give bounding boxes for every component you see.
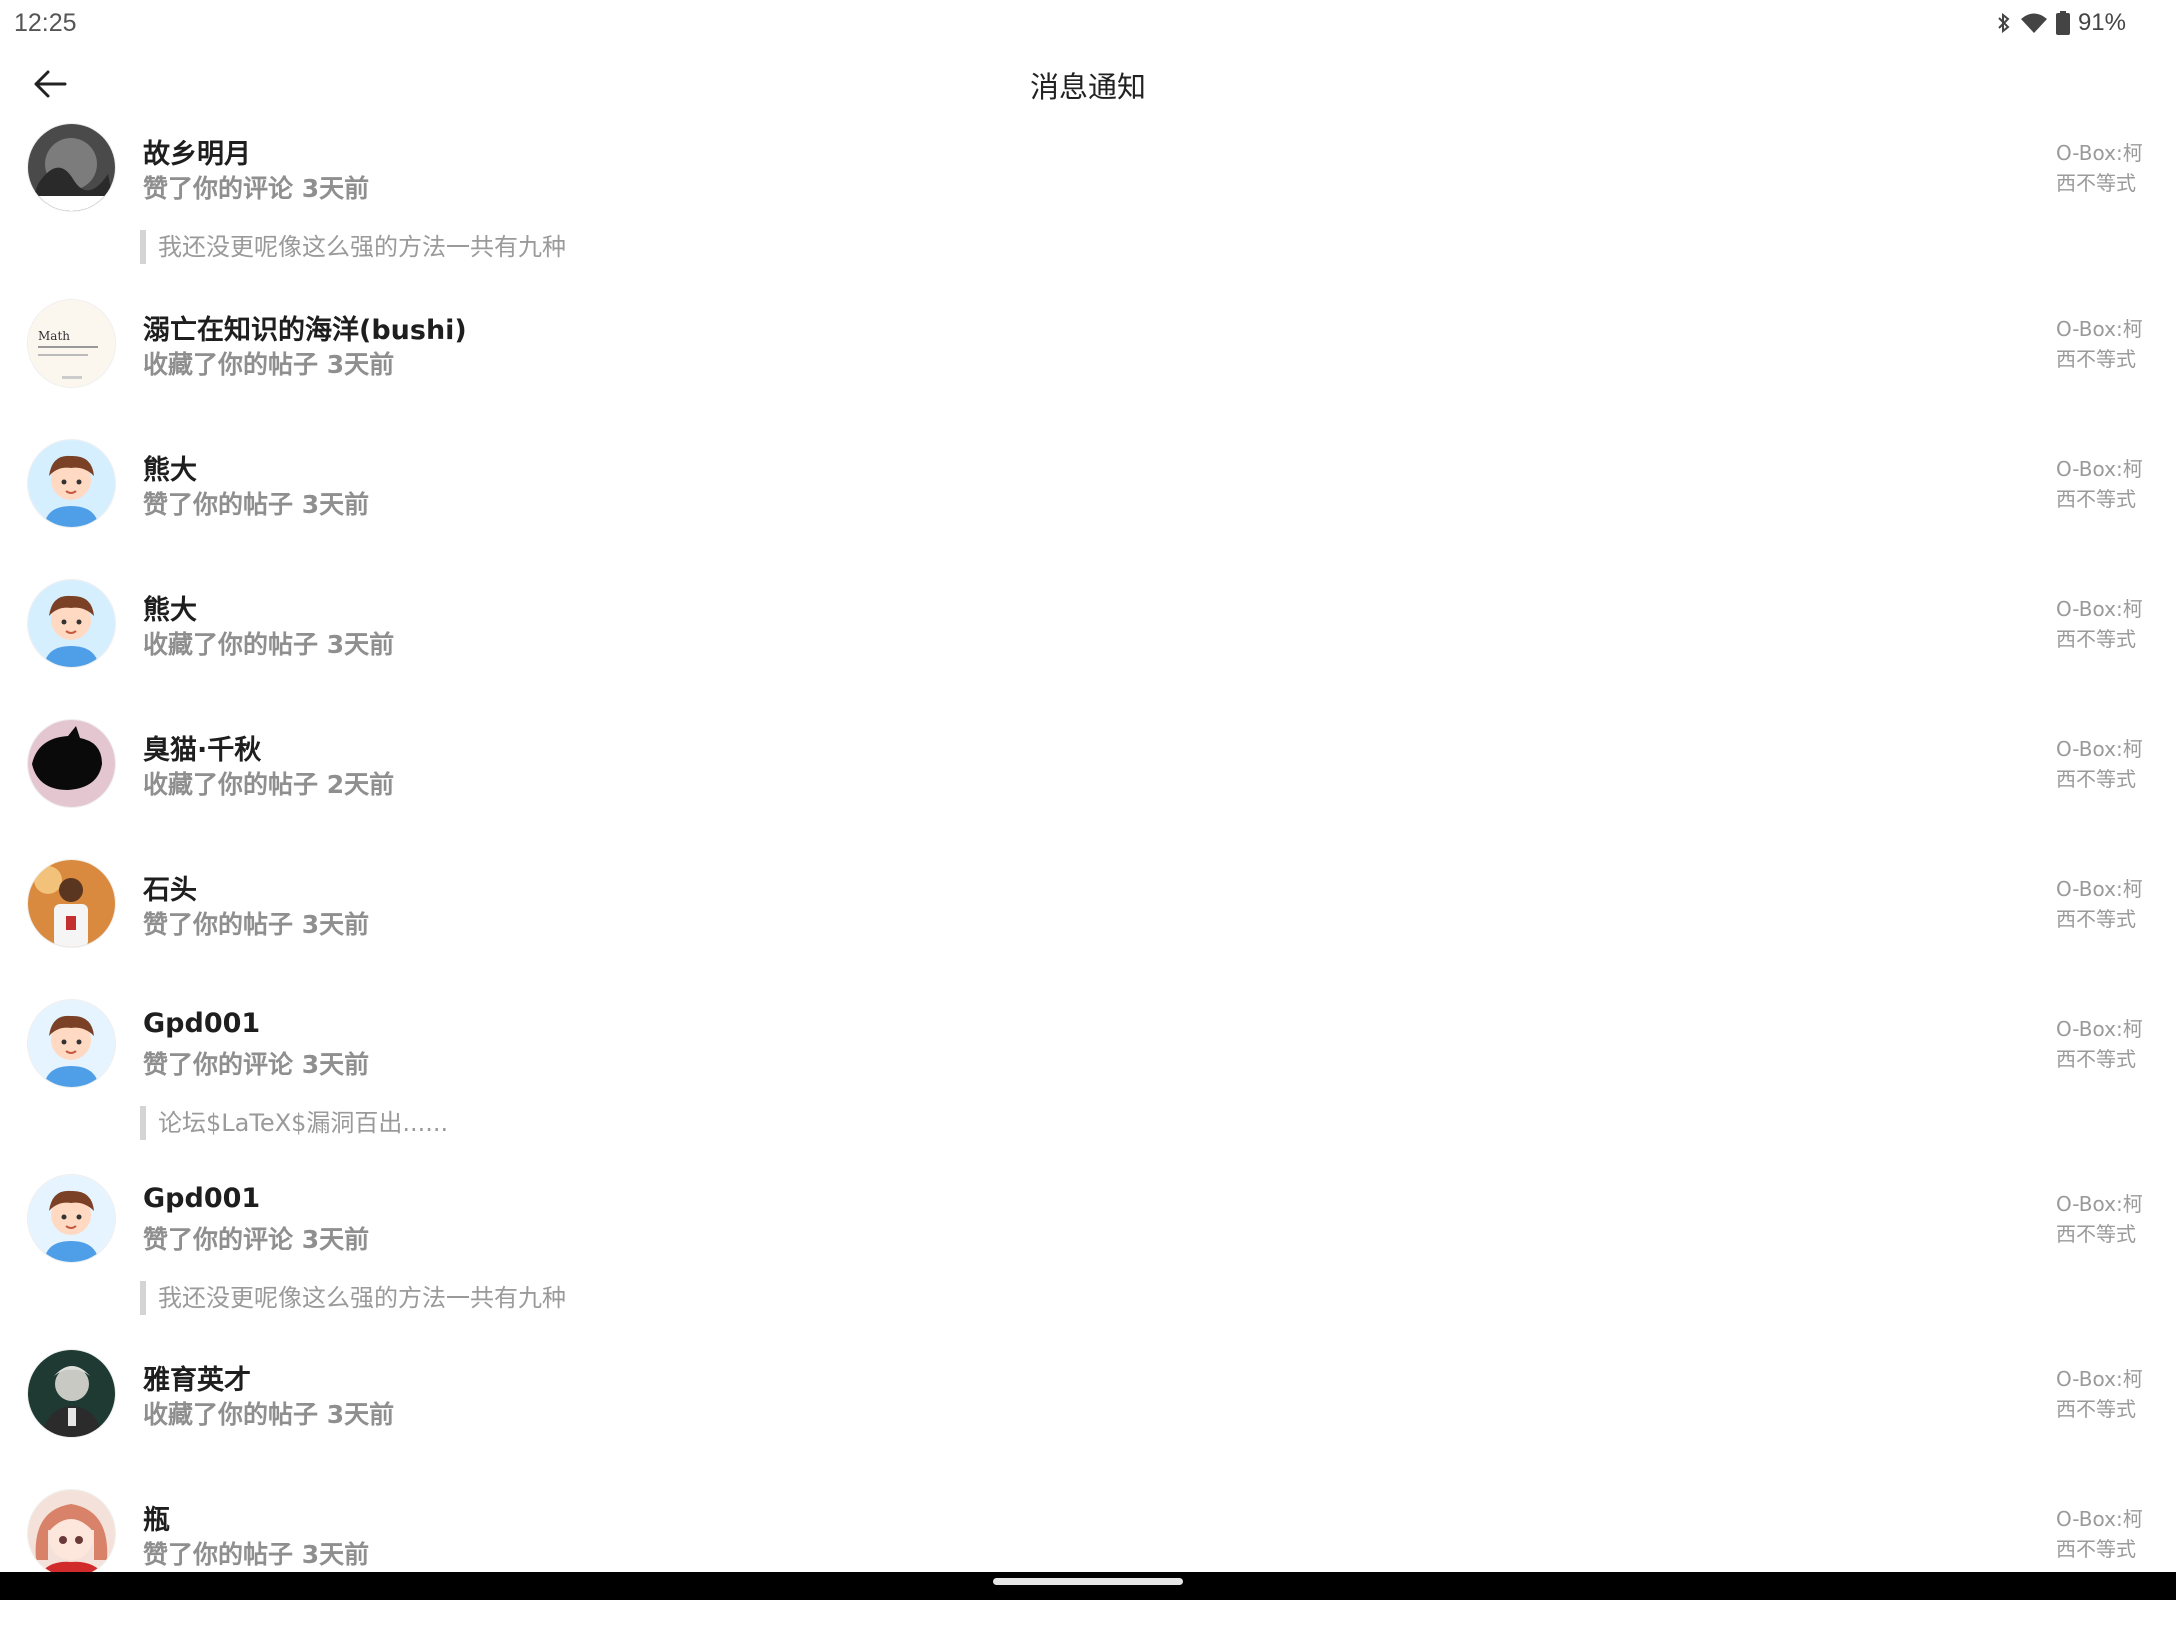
quoted-comment[interactable]: 论坛$LaTeX$漏洞百出...... bbox=[140, 1106, 448, 1140]
battery-icon bbox=[2055, 11, 2070, 35]
home-gesture-handle[interactable] bbox=[993, 1578, 1183, 1585]
notification-action: 赞了你的评论 3天前 bbox=[143, 174, 370, 203]
notification-action: 收藏了你的帖子 3天前 bbox=[143, 350, 395, 379]
quoted-comment[interactable]: 我还没更呢像这么强的方法一共有九种 bbox=[140, 1281, 566, 1315]
bluetooth-icon bbox=[1998, 12, 2010, 34]
avatar[interactable]: Math bbox=[28, 300, 115, 387]
wifi-icon bbox=[2020, 13, 2047, 33]
notification-source[interactable]: O-Box:柯西不等式 bbox=[2056, 1364, 2146, 1424]
notification-source[interactable]: O-Box:柯西不等式 bbox=[2056, 1189, 2146, 1249]
status-time: 12:25 bbox=[14, 8, 77, 37]
user-name[interactable]: 雅育英才 bbox=[143, 1358, 251, 1397]
status-bar: 12:25 91% bbox=[0, 0, 2176, 46]
status-icons: 91% bbox=[1996, 9, 2126, 37]
notification-item[interactable]: 臭猫·千秋 收藏了你的帖子 2天前 O-Box:柯西不等式 bbox=[0, 718, 2176, 858]
system-nav-bar bbox=[0, 1572, 2176, 1600]
notification-item[interactable]: 熊大 收藏了你的帖子 3天前 O-Box:柯西不等式 bbox=[0, 578, 2176, 718]
notification-item[interactable]: Gpd001 赞了你的评论 3天前 O-Box:柯西不等式 论坛$LaTeX$漏… bbox=[0, 998, 2176, 1173]
user-name[interactable]: 熊大 bbox=[143, 448, 197, 487]
notification-source[interactable]: O-Box:柯西不等式 bbox=[2056, 1504, 2146, 1564]
notification-action: 收藏了你的帖子 3天前 bbox=[143, 1400, 395, 1429]
avatar[interactable] bbox=[28, 1490, 115, 1577]
notification-action: 赞了你的评论 3天前 bbox=[143, 1225, 370, 1254]
app-bar: 消息通知 bbox=[0, 46, 2176, 122]
user-name[interactable]: 臭猫·千秋 bbox=[143, 728, 261, 767]
notification-item[interactable]: 石头 赞了你的帖子 3天前 O-Box:柯西不等式 bbox=[0, 858, 2176, 998]
page-title: 消息通知 bbox=[1029, 70, 1146, 104]
notification-item[interactable]: 故乡明月 赞了你的评论 3天前 O-Box:柯西不等式 我还没更呢像这么强的方法… bbox=[0, 122, 2176, 298]
user-name[interactable]: 故乡明月 bbox=[143, 132, 251, 171]
avatar[interactable] bbox=[28, 720, 115, 807]
notification-source[interactable]: O-Box:柯西不等式 bbox=[2056, 138, 2146, 198]
notification-action: 收藏了你的帖子 2天前 bbox=[143, 770, 395, 799]
quoted-comment[interactable]: 我还没更呢像这么强的方法一共有九种 bbox=[140, 230, 566, 264]
notification-action: 收藏了你的帖子 3天前 bbox=[143, 630, 395, 659]
user-name[interactable]: 石头 bbox=[143, 868, 197, 907]
avatar[interactable] bbox=[28, 440, 115, 527]
user-name[interactable]: 溺亡在知识的海洋(bushi) bbox=[143, 308, 467, 347]
notification-source[interactable]: O-Box:柯西不等式 bbox=[2056, 314, 2146, 374]
notification-item[interactable]: 熊大 赞了你的帖子 3天前 O-Box:柯西不等式 bbox=[0, 438, 2176, 578]
notification-source[interactable]: O-Box:柯西不等式 bbox=[2056, 1014, 2146, 1074]
avatar[interactable] bbox=[28, 124, 115, 211]
notification-action: 赞了你的评论 3天前 bbox=[143, 1050, 370, 1079]
notification-action: 赞了你的帖子 3天前 bbox=[143, 490, 370, 519]
notification-list: 故乡明月 赞了你的评论 3天前 O-Box:柯西不等式 我还没更呢像这么强的方法… bbox=[0, 122, 2176, 1628]
notification-source[interactable]: O-Box:柯西不等式 bbox=[2056, 734, 2146, 794]
avatar[interactable] bbox=[28, 860, 115, 947]
user-name[interactable]: Gpd001 bbox=[143, 1183, 260, 1214]
user-name[interactable]: 熊大 bbox=[143, 588, 197, 627]
avatar-text: Math bbox=[38, 329, 70, 343]
notification-source[interactable]: O-Box:柯西不等式 bbox=[2056, 454, 2146, 514]
notification-item[interactable]: Gpd001 赞了你的评论 3天前 O-Box:柯西不等式 我还没更呢像这么强的… bbox=[0, 1173, 2176, 1348]
notification-source[interactable]: O-Box:柯西不等式 bbox=[2056, 594, 2146, 654]
battery-percent: 91% bbox=[2077, 9, 2126, 36]
notification-item[interactable]: 雅育英才 收藏了你的帖子 3天前 O-Box:柯西不等式 bbox=[0, 1348, 2176, 1488]
avatar[interactable] bbox=[28, 1000, 115, 1087]
notification-item[interactable]: 瓶 赞了你的帖子 3天前 O-Box:柯西不等式 bbox=[0, 1488, 2176, 1628]
avatar[interactable] bbox=[28, 1175, 115, 1262]
notification-action: 赞了你的帖子 3天前 bbox=[143, 1540, 370, 1569]
user-name[interactable]: 瓶 bbox=[143, 1498, 170, 1537]
notification-item[interactable]: Math 溺亡在知识的海洋(bushi) 收藏了你的帖子 3天前 O-Box:柯… bbox=[0, 298, 2176, 438]
notification-source[interactable]: O-Box:柯西不等式 bbox=[2056, 874, 2146, 934]
user-name[interactable]: Gpd001 bbox=[143, 1008, 260, 1039]
avatar[interactable] bbox=[28, 1350, 115, 1437]
notification-action: 赞了你的帖子 3天前 bbox=[143, 910, 370, 939]
avatar[interactable] bbox=[28, 580, 115, 667]
